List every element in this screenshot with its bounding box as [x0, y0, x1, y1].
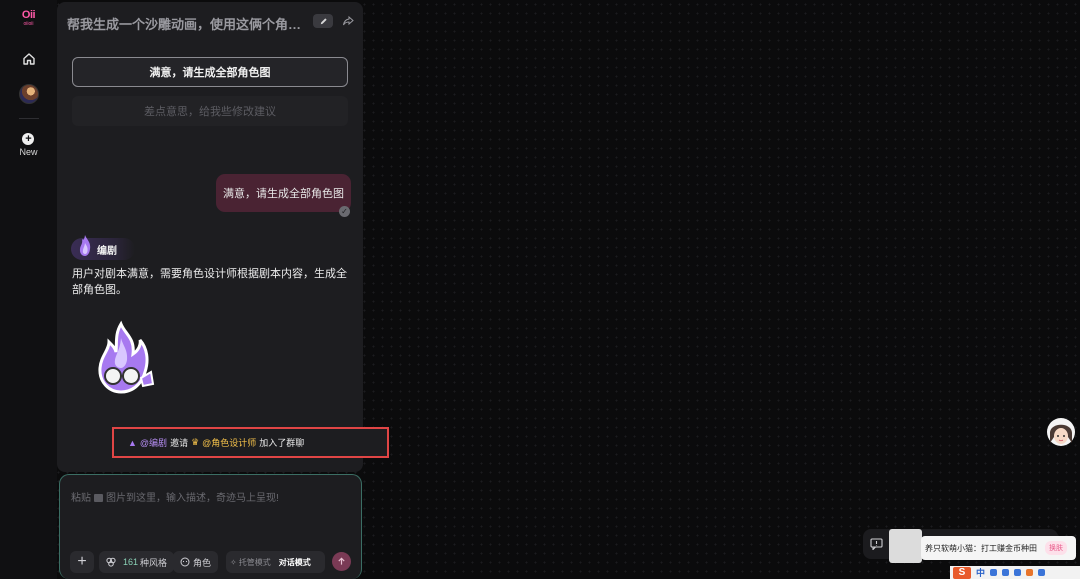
- assistant-avatar-float[interactable]: [1046, 415, 1076, 449]
- user-avatar[interactable]: [18, 84, 39, 104]
- placeholder-desc-text: 图片到这里，输入描述，奇迹马上呈现!: [106, 493, 279, 504]
- mode-managed-option[interactable]: 托管模式: [239, 557, 271, 568]
- attach-button[interactable]: +: [70, 551, 94, 573]
- arrow-up-icon: [338, 557, 345, 565]
- logo-text: Oii: [21, 9, 36, 21]
- ime-lang[interactable]: 中: [976, 566, 985, 579]
- plus-icon: +: [22, 133, 35, 145]
- promo-text: 养只软萌小猫：打工赚金币种田: [925, 543, 1037, 553]
- option-suggest-button[interactable]: 差点意思，给我些修改建议: [72, 96, 348, 126]
- home-icon: [22, 53, 35, 65]
- style-count: 161: [123, 557, 139, 567]
- app-logo[interactable]: Oii oiioii: [18, 10, 40, 32]
- group-join-notice: ▲ @编剧 邀请 ♛ @角色设计师 加入了群聊: [112, 427, 389, 458]
- flame-mascot-sticker: [98, 320, 155, 394]
- flame-mini-icon: ▲: [128, 437, 137, 448]
- mention-character-designer[interactable]: @角色设计师: [202, 436, 256, 449]
- mic-icon[interactable]: [1002, 569, 1010, 576]
- new-label: New: [19, 147, 38, 157]
- role-label: 角色: [193, 557, 212, 568]
- pencil-icon: [320, 17, 327, 24]
- image-icon: [94, 494, 103, 502]
- promo-tag[interactable]: 换肤: [1045, 541, 1067, 555]
- ime-toolbar[interactable]: S 中: [950, 566, 1080, 579]
- composer-placeholder[interactable]: 粘贴 图片到这里，输入描述，奇迹马上呈现!: [71, 489, 279, 504]
- style-picker-button[interactable]: 161 种风格: [99, 551, 175, 573]
- left-rail: Oii oiioii + New: [0, 0, 57, 579]
- check-icon: ✓: [339, 206, 350, 217]
- home-button[interactable]: [18, 48, 40, 70]
- face-icon: [180, 557, 190, 567]
- new-project-button[interactable]: + New: [19, 133, 38, 157]
- promo-card[interactable]: 养只软萌小猫：打工赚金币种田 换肤: [921, 536, 1076, 560]
- placeholder-paste-text: 粘贴: [71, 493, 91, 504]
- palette-icon: [106, 557, 116, 567]
- chat-title: 帮我生成一个沙雕动画，使用这俩个角色...: [67, 17, 307, 32]
- rail-divider: [18, 118, 39, 119]
- sparkle-icon: ✧: [230, 557, 237, 567]
- edit-title-button[interactable]: [313, 14, 333, 28]
- mode-chat-option[interactable]: 对话模式: [279, 557, 311, 568]
- user-message-bubble: 满意，请生成全部角色图: [216, 174, 351, 212]
- promo-thumbnail[interactable]: [889, 529, 922, 563]
- logo-subtext: oiioii: [23, 21, 34, 27]
- ime-logo[interactable]: S: [953, 566, 971, 579]
- toolbox-icon[interactable]: [1038, 569, 1046, 576]
- share-icon: [343, 15, 354, 26]
- feedback-icon: [869, 538, 883, 550]
- crown-icon: ♛: [191, 437, 200, 447]
- feedback-button[interactable]: [863, 529, 889, 559]
- mode-toggle[interactable]: ✧ 托管模式 对话模式: [226, 551, 325, 573]
- punctuation-icon[interactable]: [990, 569, 998, 576]
- chat-panel: 帮我生成一个沙雕动画，使用这俩个角色... 满意，请生成全部角色图 差点意思，给…: [57, 2, 363, 472]
- flame-avatar-icon: [79, 235, 91, 256]
- plus-icon: +: [77, 553, 87, 570]
- share-button[interactable]: [340, 13, 356, 29]
- keyboard-icon[interactable]: [1014, 569, 1022, 576]
- message-composer[interactable]: 粘贴 图片到这里，输入描述，奇迹马上呈现! + 161 种风格 角色 ✧ 托管模式…: [59, 474, 362, 579]
- skin-icon[interactable]: [1026, 569, 1034, 576]
- mention-writer[interactable]: @编剧: [140, 436, 167, 449]
- role-picker-button[interactable]: 角色: [173, 551, 219, 573]
- option-satisfied-button[interactable]: 满意，请生成全部角色图: [72, 57, 348, 87]
- notice-suffix: 加入了群聊: [259, 438, 305, 448]
- style-label: 种风格: [140, 557, 168, 568]
- agent-message: 用户对剧本满意，需要角色设计师根据剧本内容，生成全部角色图。: [72, 268, 347, 296]
- send-button[interactable]: [332, 552, 351, 571]
- notice-verb: 邀请: [170, 438, 189, 448]
